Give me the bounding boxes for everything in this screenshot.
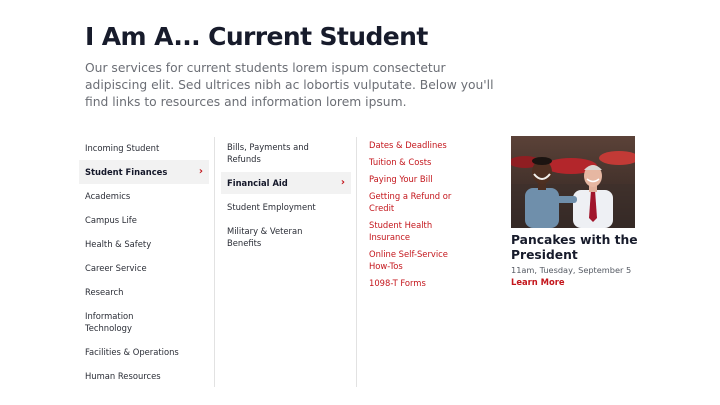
submenu-item-label: Student Employment bbox=[227, 202, 316, 212]
submenu-item-bills-payments[interactable]: Bills, Payments and Refunds bbox=[221, 136, 351, 170]
financial-aid-links: Dates & Deadlines Tuition & Costs Paying… bbox=[363, 134, 483, 294]
event-photo-image bbox=[511, 136, 635, 228]
menu-item-label: Health & Safety bbox=[85, 239, 152, 249]
menu-item-student-finances[interactable]: Student Finances › bbox=[79, 160, 209, 184]
link-student-health-insurance[interactable]: Student Health Insurance bbox=[363, 219, 443, 243]
link-refund-credit[interactable]: Getting a Refund or Credit bbox=[363, 190, 453, 214]
link-paying-bill[interactable]: Paying Your Bill bbox=[363, 173, 483, 185]
submenu-item-label: Military & Veteran Benefits bbox=[227, 226, 303, 248]
event-time: 11am, Tuesday, September 5 bbox=[511, 265, 632, 275]
menu-item-label: Facilities & Operations bbox=[85, 347, 179, 357]
menu-item-label: Research bbox=[85, 287, 124, 297]
audience-menu: Incoming Student Student Finances › Acade… bbox=[79, 136, 209, 388]
menu-item-career-service[interactable]: Career Service bbox=[79, 256, 209, 280]
menu-item-label: Career Service bbox=[85, 263, 147, 273]
link-1098t-forms[interactable]: 1098-T Forms bbox=[363, 277, 483, 289]
column-divider bbox=[214, 137, 215, 387]
learn-more-link[interactable]: Learn More bbox=[511, 277, 565, 287]
menu-item-research[interactable]: Research bbox=[79, 280, 209, 304]
event-title: Pancakes with the President bbox=[511, 233, 638, 262]
event-photo[interactable] bbox=[511, 136, 635, 228]
chevron-right-icon: › bbox=[198, 166, 203, 177]
menu-item-label: Academics bbox=[85, 191, 131, 201]
column-divider bbox=[356, 137, 357, 387]
menu-item-label: Information Technology bbox=[85, 311, 134, 333]
submenu-item-military-veteran[interactable]: Military & Veteran Benefits bbox=[221, 220, 351, 254]
submenu-item-label: Bills, Payments and Refunds bbox=[227, 142, 309, 164]
chevron-right-icon: › bbox=[340, 177, 345, 188]
menu-item-incoming-student[interactable]: Incoming Student bbox=[79, 136, 209, 160]
page-title: I Am A... Current Student bbox=[85, 22, 428, 51]
menu-item-label: Student Finances bbox=[85, 167, 168, 177]
menu-item-label: Incoming Student bbox=[85, 143, 160, 153]
submenu-item-student-employment[interactable]: Student Employment bbox=[221, 196, 351, 218]
finance-submenu: Bills, Payments and Refunds Financial Ai… bbox=[221, 136, 351, 256]
menu-item-human-resources[interactable]: Human Resources bbox=[79, 364, 209, 388]
intro-text: Our services for current students lorem … bbox=[85, 61, 494, 109]
menu-item-label: Human Resources bbox=[85, 371, 161, 381]
link-online-self-service[interactable]: Online Self-Service How-Tos bbox=[363, 248, 453, 272]
menu-item-facilities-operations[interactable]: Facilities & Operations bbox=[79, 340, 209, 364]
menu-item-campus-life[interactable]: Campus Life bbox=[79, 208, 209, 232]
submenu-item-label: Financial Aid bbox=[227, 178, 288, 188]
menu-item-information-technology[interactable]: Information Technology bbox=[79, 304, 209, 340]
link-dates-deadlines[interactable]: Dates & Deadlines bbox=[363, 139, 483, 151]
menu-item-academics[interactable]: Academics bbox=[79, 184, 209, 208]
submenu-item-financial-aid[interactable]: Financial Aid › bbox=[221, 172, 351, 194]
link-tuition-costs[interactable]: Tuition & Costs bbox=[363, 156, 483, 168]
menu-item-health-safety[interactable]: Health & Safety bbox=[79, 232, 209, 256]
menu-item-label: Campus Life bbox=[85, 215, 137, 225]
